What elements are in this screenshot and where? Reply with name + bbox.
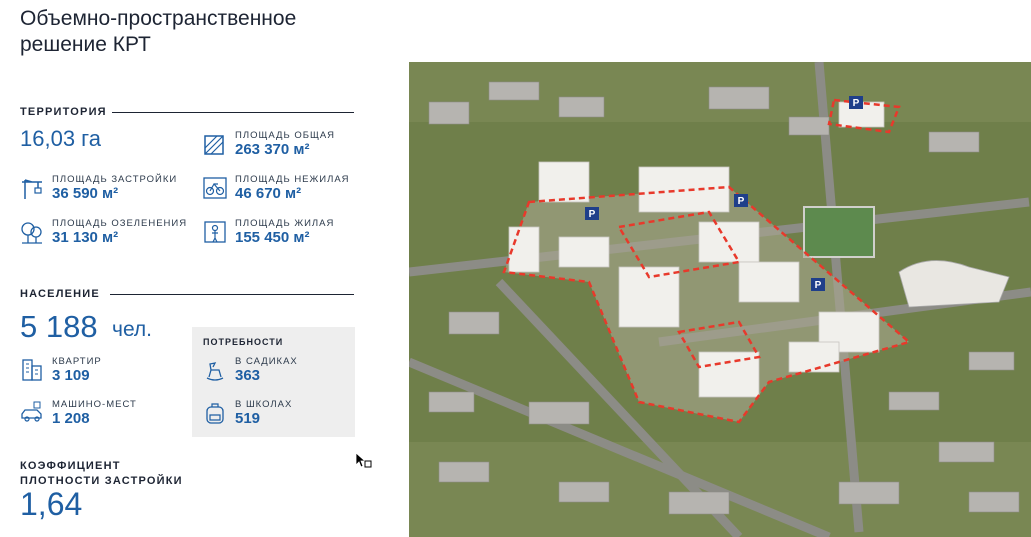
backpack-icon — [206, 403, 224, 424]
density-label-line-1: КОЭФФИЦИЕНТ — [20, 460, 121, 472]
territory-rule — [112, 112, 354, 113]
population-unit: чел. — [112, 318, 153, 341]
stat-kindergarten-label: В САДИКАХ — [235, 356, 298, 367]
bicycle-icon — [203, 177, 227, 199]
parking-marker-2: P — [589, 209, 596, 220]
stat-parking-value: 1 208 — [52, 410, 90, 427]
stat-built-area: ПЛОЩАДЬ ЗАСТРОЙКИ 36 590 м² — [20, 174, 177, 202]
stat-residential-area-label: ПЛОЩАДЬ ЖИЛАЯ — [235, 218, 335, 229]
car-icon — [21, 401, 42, 422]
stat-green-area-value: 31 130 м² — [52, 229, 119, 246]
stat-apartments: КВАРТИР 3 109 — [20, 356, 102, 384]
population-rule — [110, 294, 354, 295]
title-line-1: Объемно-пространственное — [20, 7, 297, 30]
parking-marker-4: P — [815, 280, 822, 291]
parking-marker-1: P — [853, 98, 860, 109]
stat-nonresidential-area: ПЛОЩАДЬ НЕЖИЛАЯ 46 670 м² — [203, 174, 350, 202]
stat-total-area-value: 263 370 м² — [235, 141, 310, 158]
stat-school-label: В ШКОЛАХ — [235, 399, 293, 410]
stat-school-value: 519 — [235, 410, 261, 427]
crane-icon — [22, 179, 42, 199]
stat-apartments-value: 3 109 — [52, 367, 90, 384]
stat-green-area-label: ПЛОЩАДЬ ОЗЕЛЕНЕНИЯ — [52, 218, 188, 229]
parking-marker-3: P — [738, 196, 745, 207]
needs-title: ПОТРЕБНОСТИ — [203, 337, 284, 347]
aerial-map: P P P P — [409, 62, 1031, 537]
stat-green-area: ПЛОЩАДЬ ОЗЕЛЕНЕНИЯ 31 130 м² — [20, 218, 187, 246]
stat-total-area: ПЛОЩАДЬ ОБЩАЯ 263 370 м² — [203, 130, 335, 158]
population-label: НАСЕЛЕНИЕ — [20, 288, 100, 300]
stat-school: В ШКОЛАХ 519 — [203, 399, 292, 427]
stat-built-area-label: ПЛОЩАДЬ ЗАСТРОЙКИ — [52, 174, 178, 185]
stat-parking-label: МАШИНО-МЕСТ — [52, 399, 137, 410]
stat-residential-area-value: 155 450 м² — [235, 229, 310, 246]
territory-label: ТЕРРИТОРИЯ — [20, 106, 107, 118]
territory-area: 16,03 га — [20, 126, 101, 151]
stat-nonresidential-area-value: 46 670 м² — [235, 185, 302, 202]
mouse-cursor-icon — [355, 452, 372, 468]
density-value: 1,64 — [20, 486, 83, 522]
stat-parking: МАШИНО-МЕСТ 1 208 — [20, 399, 137, 427]
building-icon — [22, 359, 42, 381]
title-line-2: решение КРТ — [20, 33, 151, 56]
stat-kindergarten-value: 363 — [235, 367, 261, 384]
page-title: Объемно-пространственное решение КРТ — [20, 6, 296, 58]
trees-icon — [21, 222, 42, 244]
stat-kindergarten: В САДИКАХ 363 — [203, 356, 298, 384]
density-label: КОЭФФИЦИЕНТ ПЛОТНОСТИ ЗАСТРОЙКИ — [20, 459, 183, 489]
stat-nonresidential-area-label: ПЛОЩАДЬ НЕЖИЛАЯ — [235, 174, 350, 185]
needs-panel: ПОТРЕБНОСТИ В САДИКАХ 363 В ШКОЛАХ 519 — [192, 327, 355, 437]
stat-built-area-value: 36 590 м² — [52, 185, 119, 202]
stat-residential-area: ПЛОЩАДЬ ЖИЛАЯ 155 450 м² — [203, 218, 334, 246]
rocking-horse-icon — [206, 362, 224, 381]
area-icon — [204, 135, 224, 155]
site-map-render: P P P P — [409, 62, 1031, 537]
population-count: 5 188 — [20, 309, 98, 344]
stat-total-area-label: ПЛОЩАДЬ ОБЩАЯ — [235, 130, 336, 141]
stat-apartments-label: КВАРТИР — [52, 356, 102, 367]
person-door-icon — [204, 221, 226, 243]
